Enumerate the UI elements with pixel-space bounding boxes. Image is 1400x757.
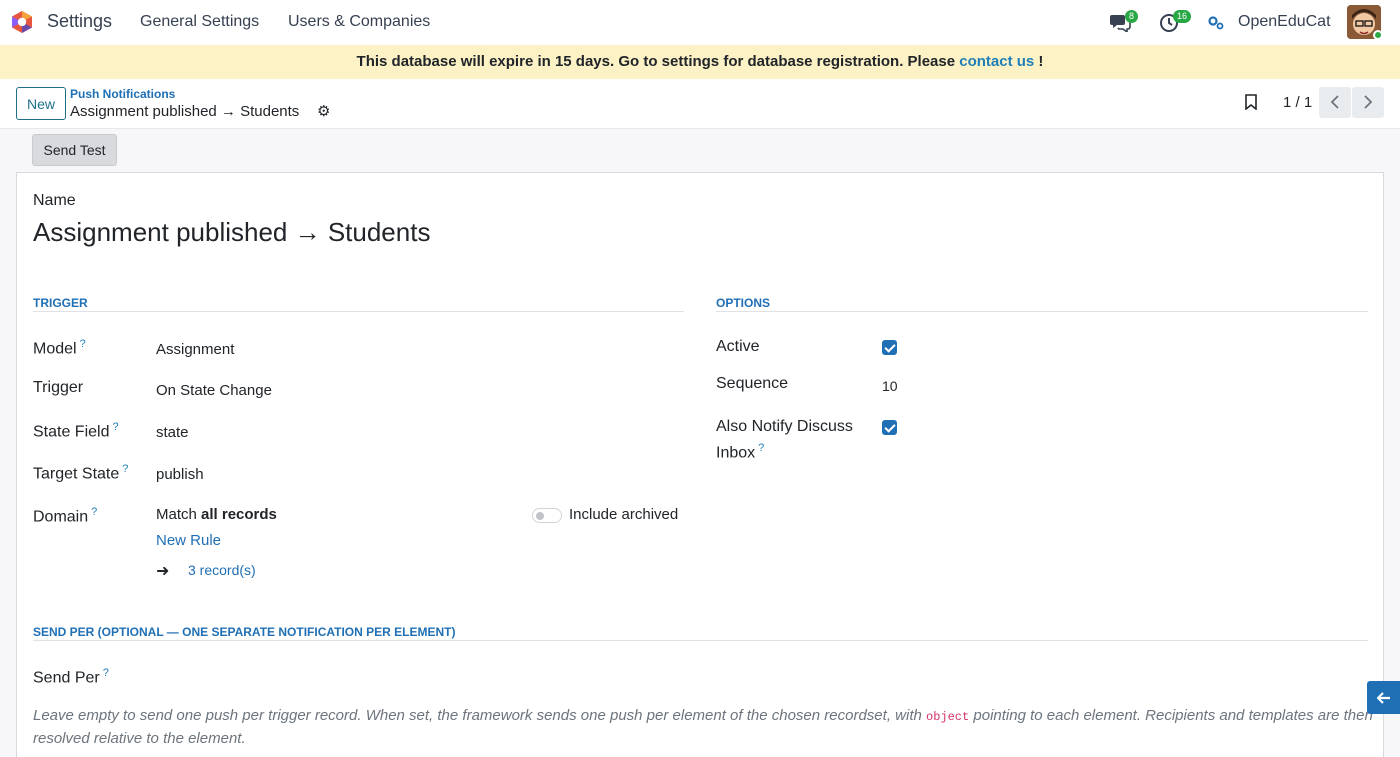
trigger-separator — [33, 311, 684, 312]
object-code: object — [926, 710, 970, 724]
active-label: Active — [716, 338, 760, 355]
trigger-section-title: TRIGGER — [33, 296, 88, 310]
trigger-field[interactable]: On State Change — [156, 382, 272, 399]
state-field-label: State Field? — [33, 421, 119, 441]
banner-suffix: ! — [1034, 53, 1044, 70]
domain-label: Domain? — [33, 506, 98, 526]
send-per-description: Leave empty to send one push per trigger… — [33, 707, 1373, 747]
new-button[interactable]: New — [16, 87, 66, 120]
state-field-help-icon[interactable]: ? — [112, 421, 118, 433]
sequence-field[interactable]: 10 — [882, 378, 898, 394]
domain-match-text: Match all records — [156, 506, 277, 523]
pager-value[interactable]: 1 / 1 — [1283, 94, 1312, 111]
form-sheet: Name Assignment published → Students TRI… — [16, 172, 1384, 757]
state-field-field[interactable]: state — [156, 424, 189, 441]
banner-text: This database will expire in 15 days. Go… — [356, 53, 960, 70]
target-state-help-icon[interactable]: ? — [122, 463, 128, 475]
sequence-label: Sequence — [716, 375, 789, 392]
menu-users-companies[interactable]: Users & Companies — [288, 13, 430, 31]
send-per-label: Send Per? — [33, 667, 109, 687]
pager-next-button[interactable] — [1352, 87, 1384, 118]
arrow-left-icon[interactable] — [1367, 681, 1400, 714]
new-rule-link[interactable]: New Rule — [156, 532, 221, 549]
options-separator — [716, 311, 1368, 312]
include-archived-label: Include archived — [569, 506, 679, 523]
name-label: Name — [33, 192, 76, 209]
options-section-title: OPTIONS — [716, 296, 771, 310]
target-state-label: Target State? — [33, 463, 129, 483]
model-help-icon[interactable]: ? — [80, 338, 86, 350]
activities-count-badge: 16 — [1173, 10, 1192, 23]
send-per-separator — [33, 640, 1368, 641]
arrow-right-icon: ➜ — [156, 563, 170, 580]
contact-us-link[interactable]: contact us — [959, 53, 1034, 70]
send-per-help-icon[interactable]: ? — [103, 667, 109, 679]
pager-previous-button[interactable] — [1319, 87, 1351, 118]
include-archived-toggle[interactable] — [532, 508, 562, 523]
app-name[interactable]: Settings — [47, 11, 112, 32]
messages-count-badge: 8 — [1125, 10, 1139, 23]
send-test-button[interactable]: Send Test — [32, 134, 117, 166]
domain-help-icon[interactable]: ? — [91, 506, 97, 518]
expiry-banner: This database will expire in 15 days. Go… — [0, 45, 1400, 79]
gear-icon[interactable]: ⚙ — [317, 102, 330, 120]
model-field[interactable]: Assignment — [156, 341, 234, 358]
also-notify-checkbox[interactable] — [882, 420, 897, 435]
bookmark-icon[interactable] — [1244, 94, 1258, 110]
trigger-label: Trigger — [33, 379, 84, 396]
control-panel: New Push Notifications Assignment publis… — [0, 79, 1400, 129]
breadcrumb-current-record: Assignment published → Students — [70, 103, 300, 120]
model-label: Model? — [33, 338, 86, 358]
menu-general-settings[interactable]: General Settings — [140, 13, 259, 31]
company-name[interactable]: OpenEduCat — [1238, 13, 1331, 31]
active-checkbox[interactable] — [882, 340, 897, 355]
breadcrumb-push-notifications[interactable]: Push Notifications — [70, 87, 175, 101]
online-status-dot — [1373, 30, 1383, 40]
send-per-section-title: SEND PER (OPTIONAL — ONE SEPARATE NOTIFI… — [33, 625, 456, 639]
name-field[interactable]: Assignment published → Students — [33, 217, 430, 248]
also-notify-help-icon[interactable]: ? — [758, 442, 764, 454]
target-state-field[interactable]: publish — [156, 466, 204, 483]
company-switch-icon[interactable] — [1208, 15, 1224, 30]
app-logo-icon[interactable] — [10, 10, 34, 34]
also-notify-label: Also Notify Discuss — [716, 418, 853, 435]
records-link[interactable]: 3 record(s) — [188, 562, 256, 578]
also-notify-label-line2: Inbox? — [716, 442, 765, 462]
top-navbar: Settings General Settings Users & Compan… — [0, 0, 1400, 45]
